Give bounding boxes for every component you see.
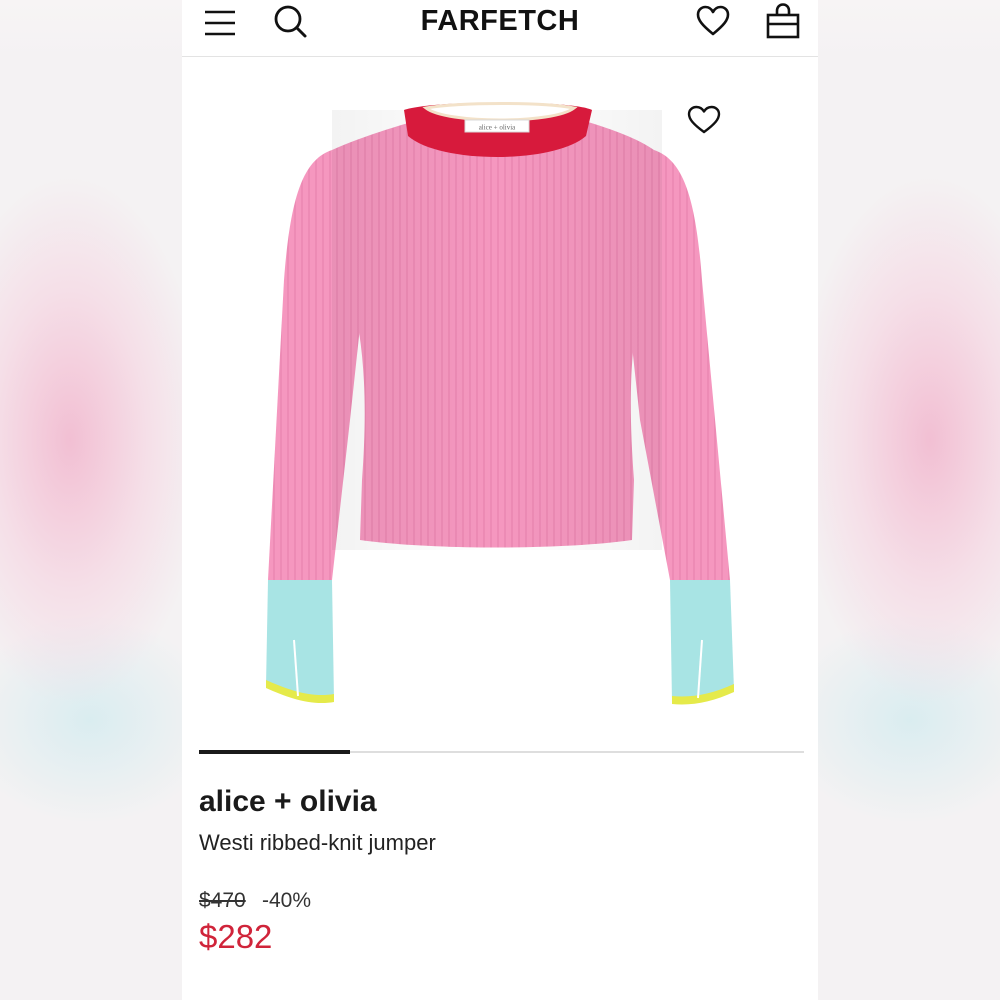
heart-outline-icon[interactable] (682, 100, 726, 140)
sale-price: $282 (199, 918, 273, 955)
image-gallery-progress[interactable] (199, 750, 804, 754)
discount-percent: -40% (262, 889, 312, 912)
gallery-progress-fill (199, 750, 351, 754)
left-cuff (266, 580, 334, 701)
shopping-bag-icon[interactable] (763, 0, 803, 42)
ribbed-knit-jumper-image[interactable]: alice + olivia (182, 80, 818, 720)
original-price: $470 (199, 889, 246, 912)
heart-icon[interactable] (691, 0, 735, 42)
collar-label-text: alice + olivia (479, 124, 516, 132)
sweater-shading (332, 110, 662, 550)
product-brand[interactable]: alice + olivia (199, 785, 377, 819)
product-page: FARFETCH alice + olivia alice + olivia W… (182, 0, 818, 1000)
top-nav-bar: FARFETCH (182, 0, 818, 57)
product-name: Westi ribbed-knit jumper (199, 830, 436, 855)
